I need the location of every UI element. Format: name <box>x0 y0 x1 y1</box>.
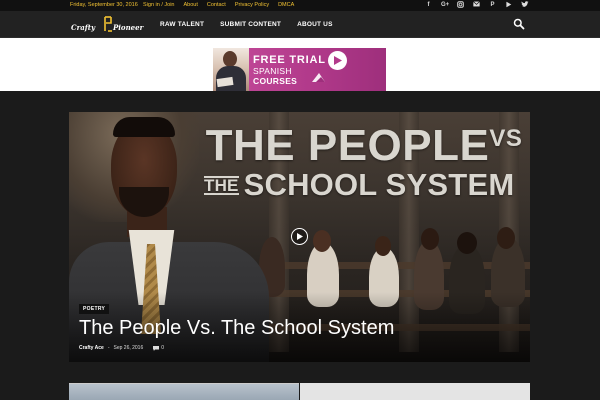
image-title-line2: THE SCHOOL SYSTEM <box>204 167 515 202</box>
logo-word-crafty: Crafty <box>71 23 96 32</box>
logo-word-pioneer: Pioneer <box>113 23 144 32</box>
main-nav-bar: Crafty Pioneer RAW TALENT SUBMIT CONTENT… <box>0 11 600 38</box>
pinterest-icon[interactable]: P <box>489 1 496 9</box>
ad-play-icon <box>328 51 347 70</box>
image-title-line1: THE PEOPLEVS <box>205 121 523 170</box>
play-icon[interactable] <box>505 1 512 9</box>
sign-in-link[interactable]: Sign in / Join <box>143 2 175 8</box>
facebook-icon[interactable]: f <box>425 1 432 9</box>
post-author[interactable]: Crafty Ace <box>79 345 104 351</box>
top-bar: Friday, September 30, 2016 Sign in / Joi… <box>0 0 600 11</box>
search-icon[interactable] <box>513 18 525 30</box>
ad-headline: FREE TRIAL <box>253 54 326 66</box>
dmca-link[interactable]: DMCA <box>278 2 294 8</box>
top-links: Sign in / Join About Contact Privacy Pol… <box>143 2 294 8</box>
site-logo[interactable]: Crafty Pioneer <box>71 14 145 35</box>
google-plus-icon[interactable]: G+ <box>441 1 449 9</box>
nav-about-us[interactable]: ABOUT US <box>297 21 333 28</box>
nav-raw-talent[interactable]: RAW TALENT <box>160 21 204 28</box>
about-link[interactable]: About <box>184 2 198 8</box>
post-title[interactable]: The People Vs. The School System <box>79 317 394 340</box>
current-date: Friday, September 30, 2016 <box>70 2 138 8</box>
social-links: f G+ P <box>425 1 529 9</box>
comment-icon <box>153 345 160 351</box>
ad-subline-bold: COURSES <box>253 76 298 86</box>
ad-subline: SPANISH <box>253 66 292 76</box>
post-date: Sep 26, 2016 <box>113 345 144 351</box>
twitter-icon[interactable] <box>521 1 529 9</box>
video-play-icon[interactable] <box>291 228 308 245</box>
instagram-icon[interactable] <box>457 1 464 9</box>
post-card-1[interactable] <box>69 383 299 400</box>
post-card-2[interactable] <box>300 383 530 400</box>
featured-post[interactable]: THE PEOPLEVS THE SCHOOL SYSTEM POETRY The… <box>69 112 530 362</box>
main-menu: RAW TALENT SUBMIT CONTENT ABOUT US <box>160 11 333 38</box>
nav-submit-content[interactable]: SUBMIT CONTENT <box>220 21 281 28</box>
meta-separator: - <box>107 345 110 351</box>
page: Friday, September 30, 2016 Sign in / Joi… <box>0 0 600 400</box>
ad-shape-icon <box>312 73 325 82</box>
category-badge[interactable]: POETRY <box>79 304 110 314</box>
ad-photo <box>213 48 249 91</box>
mail-icon[interactable] <box>473 1 480 9</box>
spanish-course-ad[interactable]: FREE TRIAL SPANISH COURSES <box>213 48 386 91</box>
logo-mark-icon <box>104 16 112 32</box>
ad-band: FREE TRIAL SPANISH COURSES <box>0 38 600 91</box>
comment-count[interactable]: 0 <box>153 345 164 351</box>
contact-link[interactable]: Contact <box>207 2 226 8</box>
post-meta: Crafty Ace - Sep 26, 2016 0 <box>79 345 164 351</box>
privacy-policy-link[interactable]: Privacy Policy <box>235 2 269 8</box>
